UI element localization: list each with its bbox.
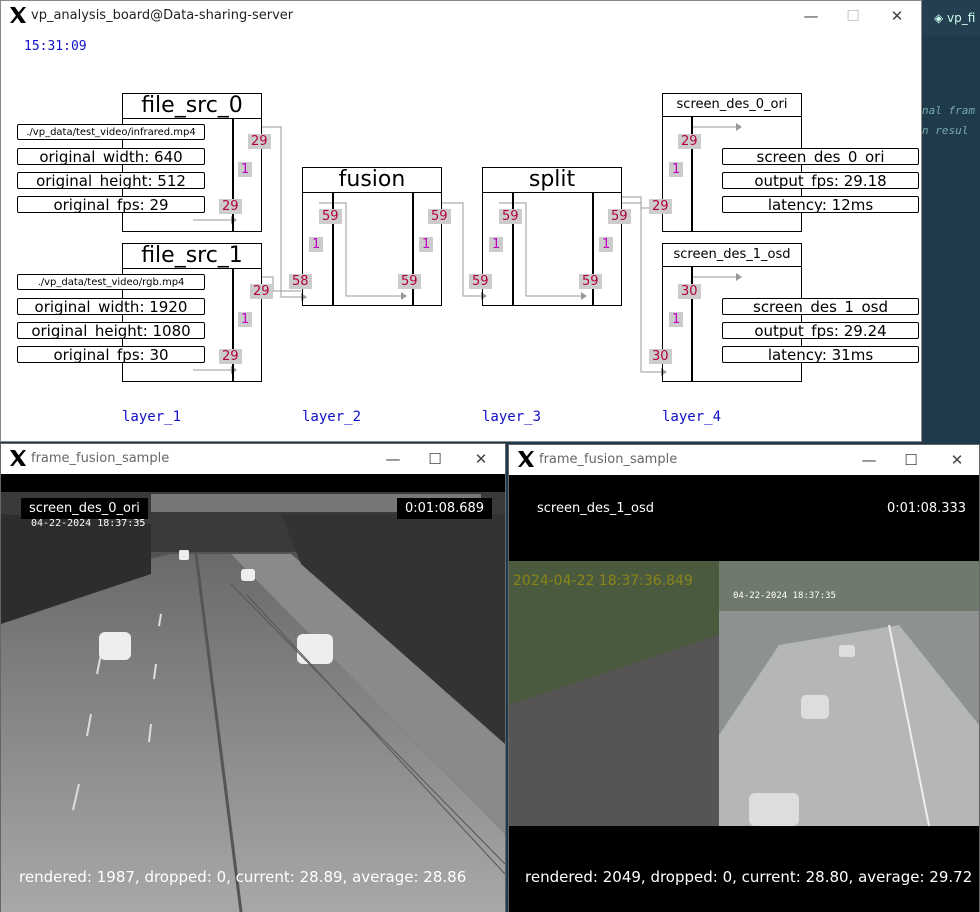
- des1-badge: 30: [678, 284, 701, 299]
- board-window-title: vp_analysis_board@Data-sharing-server: [31, 8, 294, 23]
- node-screen-des-1-title[interactable]: screen_des_1_osd: [662, 243, 802, 267]
- src1-height-field: original_height: 1080: [17, 322, 205, 339]
- video-left-timecode: 0:01:08.689: [397, 498, 493, 519]
- x11-logo-icon: [10, 7, 26, 23]
- src0-width-field: original_width: 640: [17, 148, 205, 165]
- node-divider: [232, 118, 234, 232]
- x11-logo-icon: [518, 451, 534, 467]
- layer-label: layer_1: [122, 409, 182, 425]
- infrared-road-scene: [1, 492, 505, 912]
- close-button[interactable]: ✕: [887, 6, 907, 26]
- video-window-left: frame_fusion_sample — ☐ ✕ screen_des_0_o…: [0, 443, 506, 912]
- video-right-timecode: 0:01:08.333: [887, 501, 967, 516]
- editor-tab[interactable]: ◈ vp_fi: [922, 0, 980, 36]
- video-left-stats: rendered: 1987, dropped: 0, current: 28.…: [19, 868, 467, 886]
- src1-mid-badge: 1: [238, 312, 253, 327]
- video-right-camera-time: 04-22-2024 18:37:35: [733, 591, 836, 601]
- maximize-button[interactable]: ☐: [843, 6, 863, 26]
- minimize-button[interactable]: —: [859, 450, 879, 470]
- src1-path-field: ./vp_data/test_video/rgb.mp4: [17, 274, 205, 290]
- video-left-title: frame_fusion_sample: [31, 451, 170, 466]
- minimize-button[interactable]: —: [801, 6, 821, 26]
- layer-label: layer_3: [482, 409, 542, 425]
- minimize-button[interactable]: —: [383, 449, 403, 469]
- split-badge: 59: [608, 209, 631, 224]
- des0-name-field: screen_des_0_ori: [722, 148, 919, 165]
- analysis-board-window: vp_analysis_board@Data-sharing-server — …: [0, 0, 922, 442]
- maximize-button[interactable]: ☐: [901, 450, 921, 470]
- src1-fps-field: original_fps: 30: [17, 346, 205, 363]
- des1-fps-field: output_fps: 29.24: [722, 322, 919, 339]
- video-window-right: frame_fusion_sample — ☐ ✕ screen_des_1_o…: [508, 444, 980, 912]
- split-badge: 59: [579, 274, 602, 289]
- editor-tab-icon: ◈: [934, 11, 948, 25]
- node-file-src-1-title[interactable]: file_src_1: [122, 243, 262, 269]
- video-left-titlebar[interactable]: frame_fusion_sample — ☐ ✕: [1, 444, 505, 474]
- src0-height-field: original_height: 512: [17, 172, 205, 189]
- code-line: nal fram: [922, 104, 975, 117]
- editor-tab-label: vp_fi: [947, 11, 976, 25]
- video-right-osd-time: 2024-04-22 18:37:36.849: [513, 573, 693, 589]
- des1-latency-field: latency: 31ms: [722, 346, 919, 363]
- des0-fps-field: output_fps: 29.18: [722, 172, 919, 189]
- des0-badge: 29: [649, 199, 672, 214]
- src0-out-badge: 29: [248, 134, 271, 149]
- video-right-frame: screen_des_1_osd 0:01:08.333 2024-04-22 …: [509, 475, 979, 912]
- layer-label: layer_4: [662, 409, 722, 425]
- background-editor: ◈ vp_fi nal fram n resul: [922, 0, 980, 442]
- node-split-title[interactable]: split: [482, 167, 622, 193]
- close-button[interactable]: ✕: [947, 450, 967, 470]
- fused-road-scene: [509, 561, 979, 827]
- src1-width-field: original_width: 1920: [17, 298, 205, 315]
- video-left-camera-time: 04-22-2024 18:37:35: [31, 518, 146, 529]
- src1-in-badge: 29: [219, 349, 242, 364]
- src1-out-badge: 29: [250, 284, 273, 299]
- node-file-src-0-title[interactable]: file_src_0: [122, 93, 262, 119]
- node-divider: [232, 268, 234, 382]
- layer-label: layer_2: [302, 409, 362, 425]
- split-badge: 59: [469, 274, 492, 289]
- des0-badge: 1: [669, 162, 684, 177]
- video-left-frame: screen_des_0_ori 0:01:08.689 04-22-2024 …: [1, 474, 505, 912]
- code-line: n resul: [922, 124, 969, 137]
- node-fusion-title[interactable]: fusion: [302, 167, 442, 193]
- src0-mid-badge: 1: [238, 162, 253, 177]
- des1-name-field: screen_des_1_osd: [722, 298, 919, 315]
- board-titlebar[interactable]: vp_analysis_board@Data-sharing-server — …: [1, 1, 921, 31]
- des0-latency-field: latency: 12ms: [722, 196, 919, 213]
- maximize-button[interactable]: ☐: [425, 449, 445, 469]
- video-right-titlebar[interactable]: frame_fusion_sample — ☐ ✕: [509, 445, 979, 475]
- split-badge: 1: [489, 237, 504, 252]
- split-badge: 59: [499, 209, 522, 224]
- close-button[interactable]: ✕: [471, 449, 491, 469]
- fusion-badge: 58: [289, 274, 312, 289]
- fusion-badge: 1: [309, 237, 324, 252]
- video-left-label: screen_des_0_ori: [21, 498, 148, 519]
- fusion-badge: 1: [419, 237, 434, 252]
- src0-path-field: ./vp_data/test_video/infrared.mp4: [17, 124, 205, 140]
- fusion-badge: 59: [319, 209, 342, 224]
- node-screen-des-0-title[interactable]: screen_des_0_ori: [662, 93, 802, 117]
- fusion-badge: 59: [428, 209, 451, 224]
- split-badge: 1: [599, 237, 614, 252]
- des1-badge: 1: [669, 312, 684, 327]
- video-right-label: screen_des_1_osd: [537, 501, 654, 516]
- x11-logo-icon: [10, 450, 26, 466]
- pipeline-canvas: 15:31:09 file_src_0 ./vp_data/test_video…: [1, 31, 921, 441]
- video-right-stats: rendered: 2049, dropped: 0, current: 28.…: [525, 868, 973, 886]
- video-right-title: frame_fusion_sample: [539, 452, 678, 467]
- des1-badge: 30: [649, 349, 672, 364]
- fusion-badge: 59: [398, 274, 421, 289]
- des0-badge: 29: [678, 134, 701, 149]
- src0-in-badge: 29: [219, 199, 242, 214]
- src0-fps-field: original_fps: 29: [17, 196, 205, 213]
